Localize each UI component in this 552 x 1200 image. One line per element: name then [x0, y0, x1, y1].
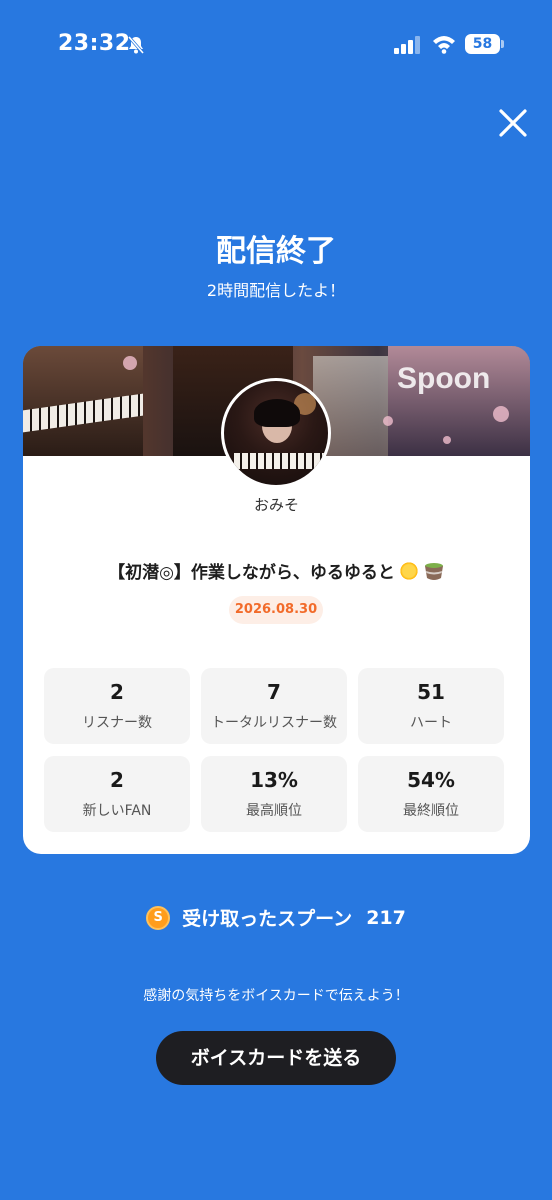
status-time: 23:32 [58, 31, 131, 56]
send-voice-card-button[interactable]: ボイスカードを送る [156, 1031, 396, 1085]
stat-new-fans: 2 新しいFAN [44, 756, 190, 832]
battery-cap [501, 40, 504, 48]
battery-icon: 58 [465, 34, 504, 54]
stat-value: 54% [407, 768, 455, 792]
stream-title: 【初潜◎】作業しながら、ゆるゆると [23, 558, 530, 583]
spoons-label: 受け取ったスプーン [182, 908, 353, 930]
stat-label: ハート [410, 715, 452, 731]
signal-icon [394, 36, 420, 54]
stat-value: 51 [417, 680, 445, 704]
page-title: 配信終了 [216, 234, 336, 269]
battery-level: 58 [465, 34, 500, 54]
stat-highest-rank: 13% 最高順位 [201, 756, 347, 832]
stat-total-listeners: 7 トータルリスナー数 [201, 668, 347, 744]
spoons-count: 217 [366, 906, 406, 929]
avatar[interactable] [221, 378, 331, 488]
stat-label: 最高順位 [246, 803, 302, 819]
stat-hearts: 51 ハート [358, 668, 504, 744]
status-bar: 23:32 58 [0, 0, 552, 90]
username[interactable]: おみそ [23, 494, 530, 515]
stat-value: 7 [267, 680, 281, 704]
stat-value: 2 [110, 768, 124, 792]
summary-card: Spoon おみそ 【初潜◎】作業しながら、ゆるゆると 2026.08.30 2… [23, 346, 530, 854]
stat-value: 13% [250, 768, 298, 792]
date-badge: 2026.08.30 [229, 596, 323, 624]
page-subtitle: 2時間配信したよ！ [206, 281, 346, 300]
stat-label: 新しいFAN [82, 803, 152, 819]
spoon-logo: Spoon [397, 362, 491, 395]
stat-final-rank: 54% 最終順位 [358, 756, 504, 832]
thanks-text: 感謝の気持ちをボイスカードで伝えよう！ [143, 988, 409, 1004]
sun-icon [398, 561, 419, 581]
close-icon[interactable] [496, 106, 530, 140]
stat-label: 最終順位 [403, 803, 459, 819]
stat-value: 2 [110, 680, 124, 704]
stat-label: トータルリスナー数 [211, 715, 337, 731]
stat-label: リスナー数 [82, 715, 152, 731]
bell-slash-icon [127, 36, 145, 54]
wifi-icon [433, 36, 455, 54]
spoon-coin-icon: S [146, 905, 171, 930]
stat-listeners: 2 リスナー数 [44, 668, 190, 744]
stream-title-text: 【初潜◎】作業しながら、ゆるゆると [108, 563, 395, 583]
tea-icon [424, 563, 443, 580]
spoons-received: S 受け取ったスプーン 217 [0, 904, 552, 934]
